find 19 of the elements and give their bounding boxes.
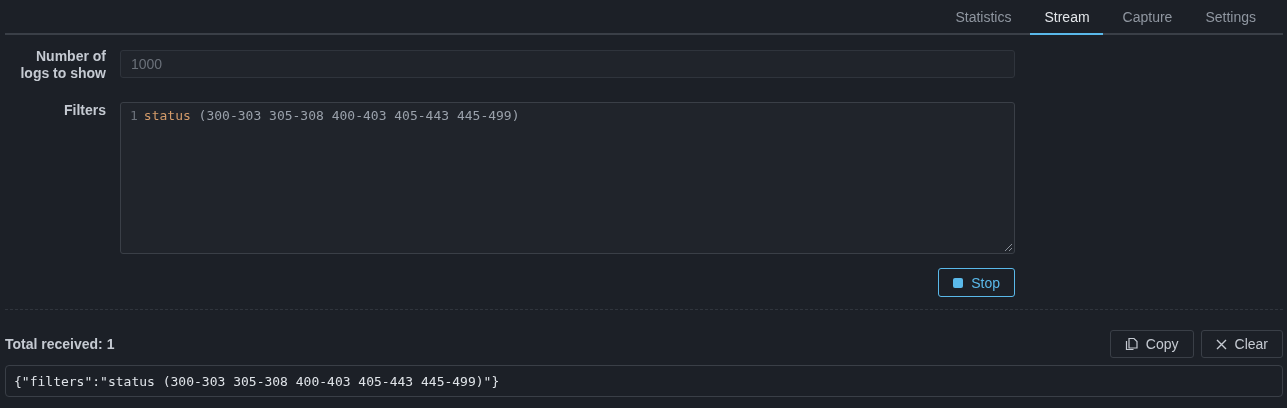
copy-button[interactable]: Copy [1109, 330, 1194, 358]
log-entry: {"filters":"status (300-303 305-308 400-403 405-443 445-499)"} [5, 365, 1283, 397]
tab[interactable]: Statistics [941, 0, 1025, 35]
line-number: 1 [130, 108, 138, 123]
code-line: status (300-303 305-308 400-403 405-443 445-499) [143, 108, 520, 123]
copy-icon [1124, 337, 1138, 351]
tab[interactable]: Capture [1108, 0, 1186, 35]
stop-button[interactable]: Stop [938, 268, 1015, 297]
tab[interactable]: Stream [1030, 0, 1103, 35]
field-label: Number of logs to show [19, 48, 106, 83]
clear-button[interactable]: Clear [1200, 330, 1283, 358]
close-icon [1215, 338, 1227, 350]
stop-icon [953, 277, 964, 288]
field-label: Filters [63, 102, 106, 120]
total-received: Total received: 1 [5, 336, 115, 352]
input-field[interactable]: 1000 [120, 50, 1015, 78]
tab[interactable]: Settings [1191, 0, 1269, 35]
code-editor[interactable]: 1 status (300-303 305-308 400-403 405-443 445-499) [120, 102, 1015, 254]
resize-grip-icon[interactable] [1004, 243, 1012, 251]
